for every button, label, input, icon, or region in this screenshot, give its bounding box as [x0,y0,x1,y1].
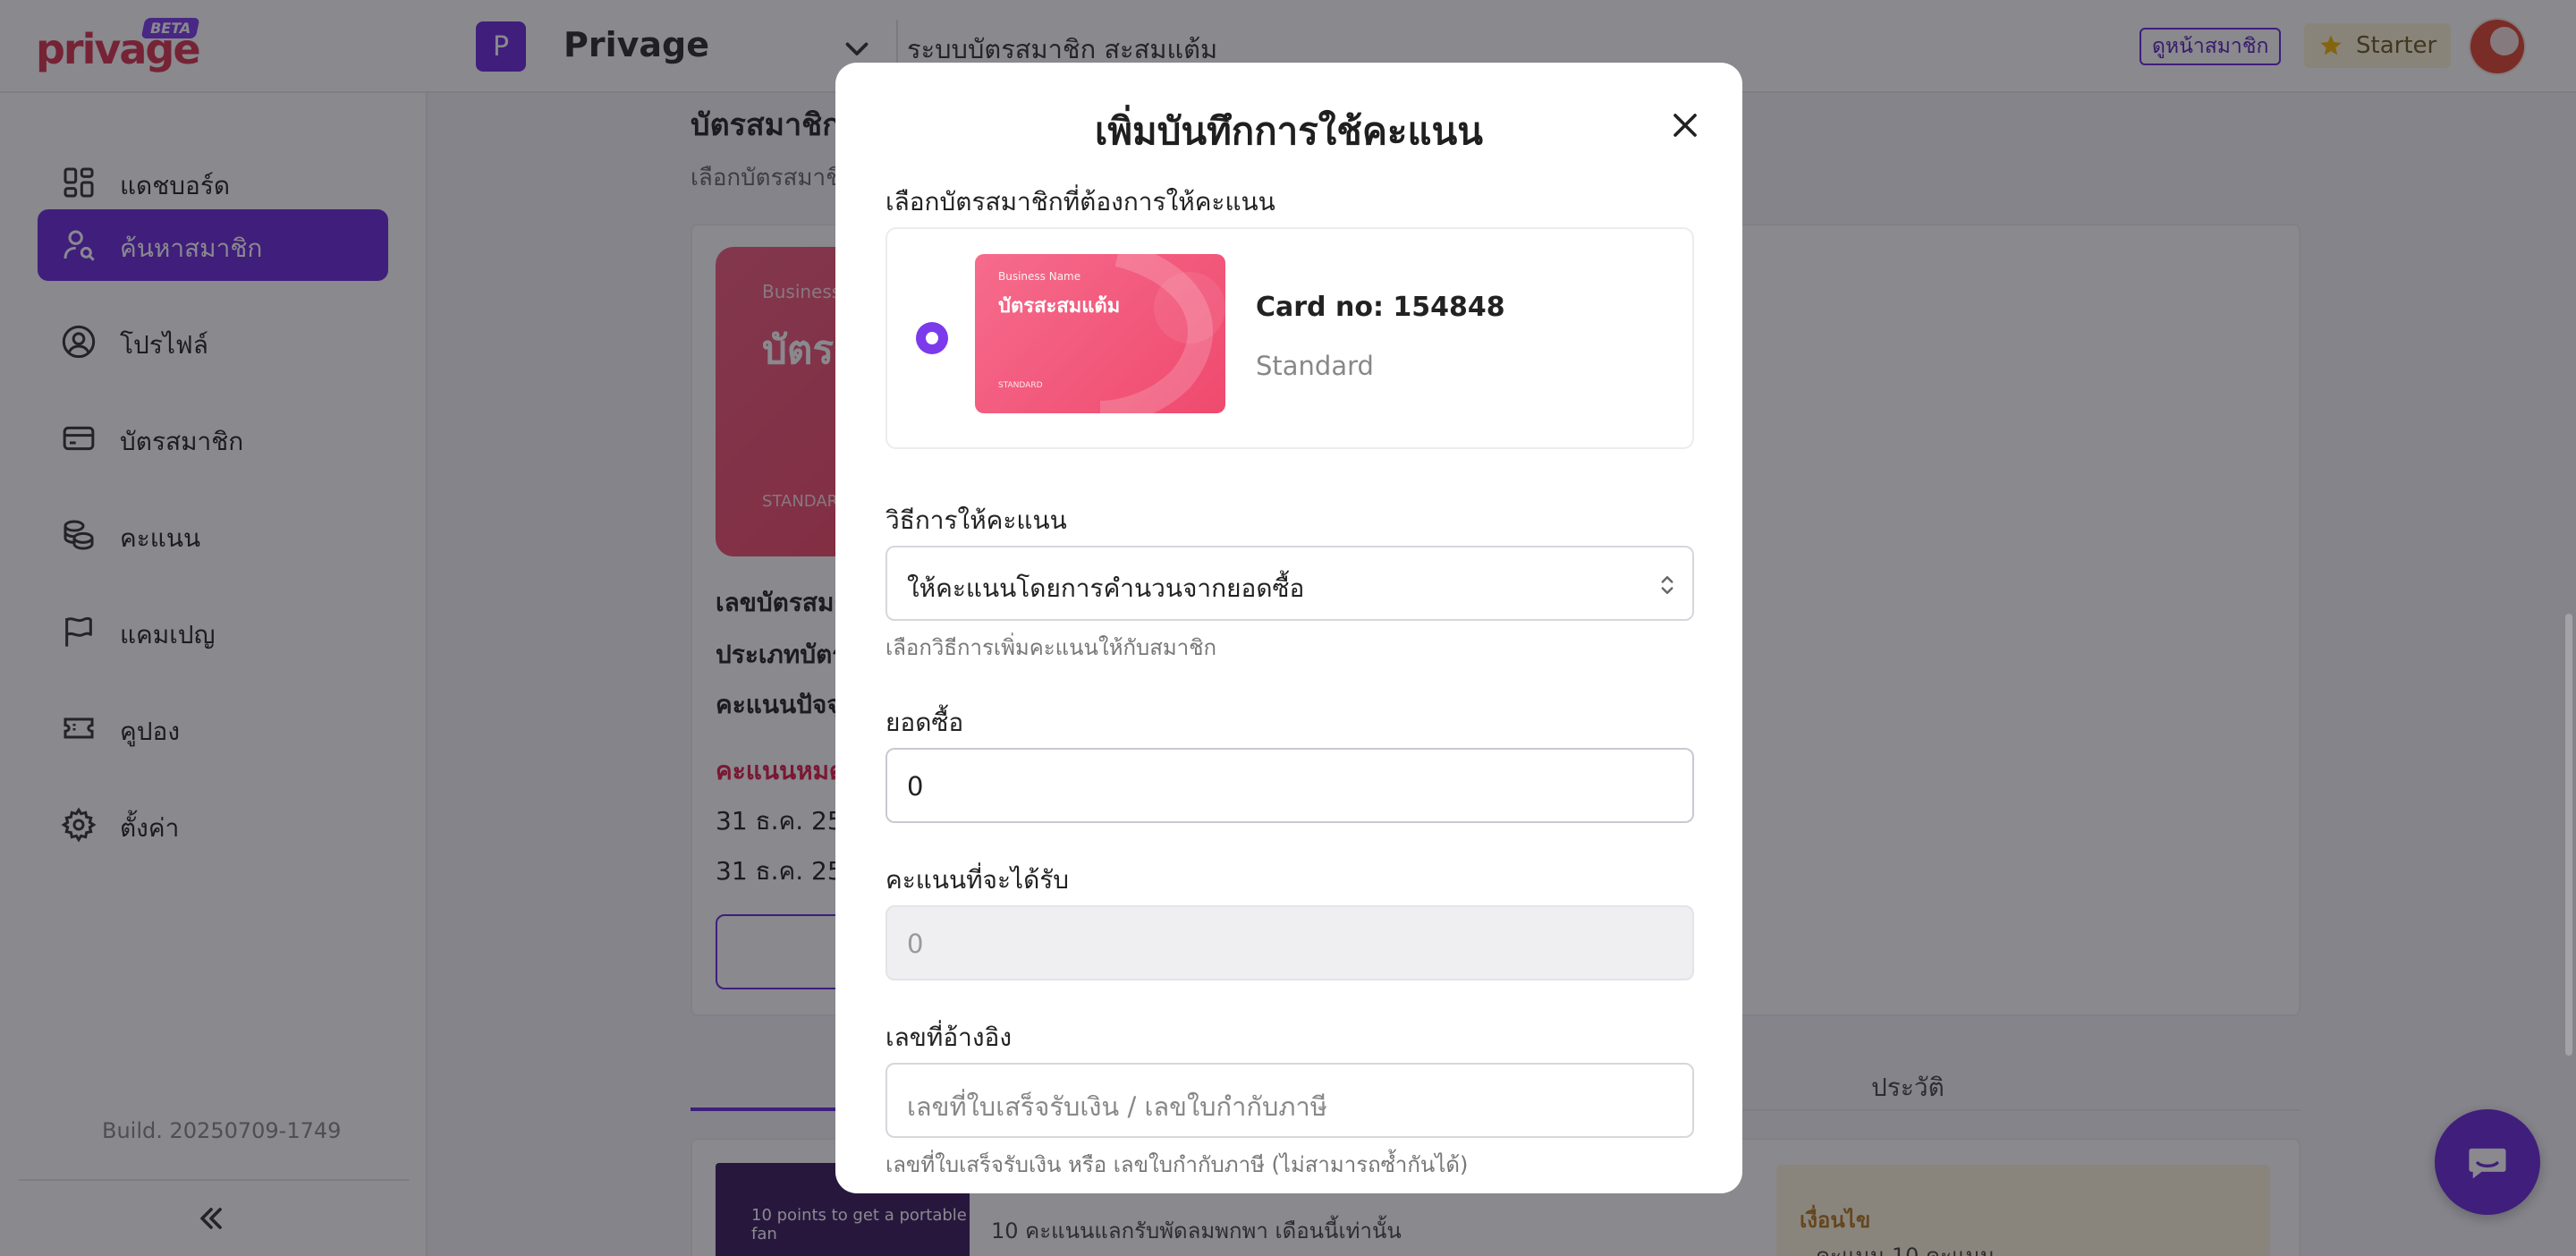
close-icon[interactable] [1665,106,1705,145]
reference-label: เลขที่อ้างอิง [886,1023,1013,1052]
reference-input[interactable]: เลขที่ใบเสร็จรับเงิน / เลขใบกำกับภาษี [886,1063,1694,1138]
card-type: Standard [1256,351,1374,381]
page-scrollbar[interactable] [2565,614,2572,1056]
card-tier: STANDARD [998,381,1043,390]
purchase-label: ยอดซื้อ [886,708,964,737]
card-name: บัตรสะสมแต้ม [998,295,1121,318]
card-thumbnail: Business Name บัตรสะสมแต้ม STANDARD [975,254,1225,413]
card-number: Card no: 154848 [1256,292,1505,323]
reference-input-placeholder: เลขที่ใบเสร็จรับเงิน / เลขใบกำกับภาษี [907,1091,1327,1122]
points-label: คะแนนที่จะได้รับ [886,865,1070,895]
add-points-modal: เพิ่มบันทึกการใช้คะแนน เลือกบัตรสมาชิกที… [835,63,1742,1193]
card-option[interactable]: Business Name บัตรสะสมแต้ม STANDARD Card… [886,227,1694,449]
select-card-label: เลือกบัตรสมาชิกที่ต้องการให้คะแนน [886,187,1275,216]
card-radio[interactable] [916,322,948,354]
method-label: วิธีการให้คะแนน [886,505,1067,535]
radio-dot [926,332,938,344]
purchase-input-value: 0 [907,771,924,802]
purchase-input[interactable]: 0 [886,748,1694,823]
points-input-value: 0 [907,929,924,959]
method-help: เลือกวิธีการเพิ่มคะแนนให้กับสมาชิก [886,635,1217,660]
reference-help: เลขที่ใบเสร็จรับเงิน หรือ เลขใบกำกับภาษี… [886,1152,1469,1177]
select-arrows-icon [1661,576,1674,594]
modal-title: เพิ่มบันทึกการใช้คะแนน [1095,109,1483,153]
points-input: 0 [886,905,1694,980]
method-select-value: ให้คะแนนโดยการคำนวนจากยอดซื้อ [907,573,1305,603]
card-pattern [1099,254,1225,413]
card-business-name: Business Name [998,270,1081,283]
method-select[interactable]: ให้คะแนนโดยการคำนวนจากยอดซื้อ [886,546,1694,621]
